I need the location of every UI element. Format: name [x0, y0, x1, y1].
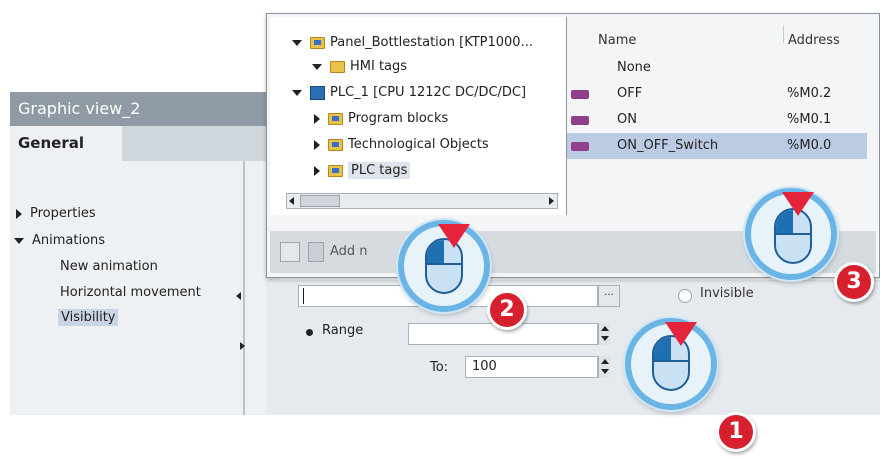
plc-tag-icon [571, 90, 589, 99]
plc-tag-icon [571, 142, 589, 151]
click-arrow-icon [782, 192, 814, 216]
click-arrow-icon [438, 224, 470, 248]
expand-arrow-icon [314, 139, 320, 150]
nav-item-properties-label: Properties [30, 206, 96, 221]
nav-item-animations-label: Animations [32, 233, 106, 248]
column-header-address[interactable]: Address [788, 33, 840, 48]
range-label: Range [322, 323, 364, 338]
tag-name: ON_OFF_Switch [617, 138, 719, 153]
inspector-splitter[interactable] [243, 161, 245, 415]
nav-item-visibility[interactable]: Visibility [58, 309, 119, 326]
tag-address: %M0.2 [787, 86, 832, 101]
invisible-label: Invisible [700, 286, 754, 301]
range-radio[interactable] [306, 329, 313, 336]
nav-item-visibility-label: Visibility [58, 309, 119, 326]
tag-name: OFF [617, 86, 643, 101]
table-row-selected[interactable]: ON_OFF_Switch %M0.0 [567, 133, 867, 159]
add-new-button[interactable]: Add n [330, 244, 368, 259]
hmi-tags-folder-icon [330, 60, 345, 73]
plc-icon [310, 85, 325, 100]
table-row[interactable]: None [567, 55, 867, 81]
nav-item-horizontal-movement[interactable]: Horizontal movement [60, 285, 201, 300]
step-badge-3: 3 [834, 262, 874, 302]
collapse-arrow-icon [292, 39, 302, 46]
tree-item-label: HMI tags [350, 59, 408, 74]
step-badge-1: 1 [716, 412, 756, 452]
range-from-spinner[interactable] [598, 323, 610, 345]
range-to-spinner[interactable] [598, 356, 610, 378]
expand-arrow-icon [16, 208, 22, 219]
nav-item-animations[interactable]: Animations [14, 233, 105, 248]
column-header-name[interactable]: Name [598, 33, 636, 48]
collapse-arrow-icon [292, 89, 302, 96]
expand-arrow-icon [314, 113, 320, 124]
to-label: To: [430, 360, 449, 375]
tree-item-hmi-tags[interactable]: HMI tags [312, 54, 407, 80]
table-row[interactable]: ON %M0.1 [567, 107, 867, 133]
details-view-button[interactable] [280, 242, 300, 262]
range-to-input[interactable]: 100 [465, 356, 598, 378]
tab-general[interactable]: General [10, 126, 122, 161]
tree-item-label: PLC_1 [CPU 1212C DC/DC/DC] [330, 85, 527, 100]
collapse-arrow-icon [14, 237, 24, 244]
scrollbar-thumb[interactable] [300, 195, 340, 207]
tree-item-program-blocks[interactable]: Program blocks [314, 106, 448, 132]
tree-item-plc-1[interactable]: PLC_1 [CPU 1212C DC/DC/DC] [292, 80, 526, 106]
technological-objects-folder-icon [328, 138, 343, 151]
tag-address: %M0.1 [787, 112, 832, 127]
step-badge-2: 2 [487, 290, 527, 330]
tree-item-technological-objects[interactable]: Technological Objects [314, 132, 489, 158]
scroll-left-icon[interactable] [289, 197, 294, 205]
tag-name: None [617, 60, 651, 75]
nav-item-properties[interactable]: Properties [16, 206, 96, 221]
invisible-radio[interactable] [678, 289, 692, 303]
expand-panel-icon[interactable] [240, 342, 245, 350]
collapse-arrow-icon [312, 63, 322, 70]
tree-item-panel-bottlestation[interactable]: Panel_Bottlestation [KTP1000... [292, 30, 533, 56]
tag-address: %M0.0 [787, 138, 832, 153]
collapse-panel-icon[interactable] [236, 292, 241, 300]
browse-tag-button[interactable]: ... [598, 285, 620, 307]
inspector-title: Graphic view_2 [10, 92, 270, 126]
scroll-right-icon[interactable] [549, 197, 554, 205]
tree-item-label: Technological Objects [348, 137, 489, 152]
text-cursor [303, 288, 304, 304]
column-separator [783, 25, 784, 43]
tree-item-plc-tags[interactable]: PLC tags [314, 158, 411, 184]
tag-name: ON [617, 112, 637, 127]
plc-tags-folder-icon [328, 164, 343, 177]
expand-arrow-icon [314, 165, 320, 176]
nav-item-new-animation[interactable]: New animation [60, 259, 158, 274]
tree-item-label: PLC tags [348, 162, 411, 179]
add-new-icon[interactable] [308, 242, 324, 262]
click-arrow-icon [665, 322, 697, 346]
hmi-device-folder-icon [310, 36, 325, 49]
program-blocks-folder-icon [328, 112, 343, 125]
tree-item-label: Program blocks [348, 111, 449, 126]
tree-item-label: Panel_Bottlestation [KTP1000... [330, 35, 533, 50]
plc-tag-icon [571, 116, 589, 125]
mouse-icon [774, 208, 812, 264]
table-row[interactable]: OFF %M0.2 [567, 81, 867, 107]
